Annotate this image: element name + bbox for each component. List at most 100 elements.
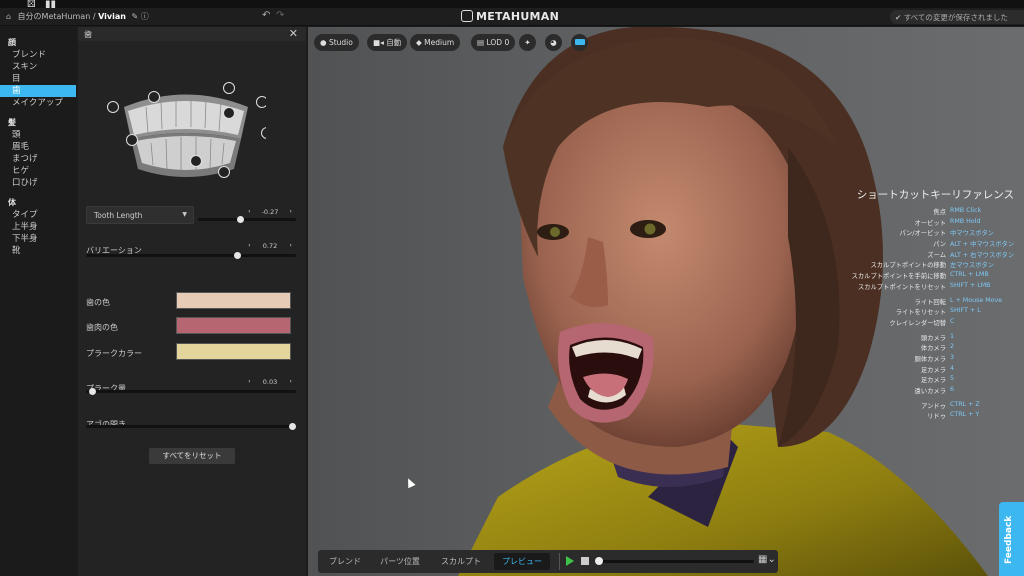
nav-item-0-3[interactable]: 歯 <box>0 85 76 97</box>
mode-tab-2[interactable]: スカルプト <box>432 553 490 570</box>
jaw-open-slider-handle[interactable] <box>289 423 296 430</box>
shortcut-row: パン ALT + 中マウスボタン <box>828 239 1024 250</box>
nav-item-0-0[interactable]: ブレンド <box>0 49 76 61</box>
lod-button[interactable]: ▤ LOD 0 <box>471 34 516 51</box>
camera-icon: ■◂ <box>373 38 384 47</box>
plaque-amount-row: プラーク量 ‹ 0.03 › <box>86 376 298 398</box>
shortcut-row: クレイレンダー切替 C <box>828 318 1024 329</box>
nav-item-1-1[interactable]: 眉毛 <box>0 141 76 153</box>
gum-color-swatch[interactable] <box>176 317 291 334</box>
camera-auto-button[interactable]: ■◂ 自動 <box>367 34 408 51</box>
variation-slider[interactable] <box>86 252 296 259</box>
play-icon[interactable] <box>566 556 574 566</box>
shortcut-keys: 2 <box>950 343 955 351</box>
camera-mode-label: 自動 <box>386 38 402 47</box>
shortcut-keys: 1 <box>950 332 955 340</box>
mode-tab-1[interactable]: パーツ位置 <box>372 553 428 570</box>
shortcut-row: 足カメラ 5 <box>828 375 1024 386</box>
plaque-color-swatch[interactable] <box>176 343 291 360</box>
plaque-amount-slider[interactable] <box>86 388 296 395</box>
shortcut-keys: ALT + 中マウスボタン <box>950 241 1015 249</box>
home-icon[interactable]: ⌂ <box>6 12 15 21</box>
close-icon[interactable]: ✕ <box>289 27 298 40</box>
tooth-length-slider[interactable] <box>198 216 296 223</box>
stop-icon[interactable] <box>581 557 589 565</box>
mode-tab-3[interactable]: プレビュー <box>494 553 550 570</box>
shortcut-action: ズーム <box>927 251 946 259</box>
lighting-studio-button[interactable]: ● Studio <box>314 34 359 51</box>
tooth-color-swatch[interactable] <box>176 292 291 309</box>
shortcut-row: オービット RMB Hold <box>828 218 1024 229</box>
jaw-open-slider[interactable] <box>86 423 296 430</box>
lighting-label: Studio <box>328 38 353 47</box>
nav-item-0-4[interactable]: メイクアップ <box>0 97 76 109</box>
nav-item-2-3[interactable]: 靴 <box>0 245 76 257</box>
plaque-amount-value[interactable]: 0.03 <box>246 378 294 386</box>
reset-all-button[interactable]: すべてをリセット <box>149 448 235 464</box>
film-icon[interactable]: ▦⌄ <box>758 554 776 565</box>
lod-icon: ▤ <box>477 38 485 47</box>
feedback-button[interactable]: Feedback <box>999 502 1024 576</box>
shortcut-keys: RMB Hold <box>950 217 981 225</box>
clay-render-button[interactable]: ◕ <box>545 34 562 51</box>
nav-item-1-0[interactable]: 頭 <box>0 129 76 141</box>
variation-slider-handle[interactable] <box>234 252 242 259</box>
nav-item-2-0[interactable]: タイプ <box>0 209 76 221</box>
nav-item-1-4[interactable]: 口ひげ <box>0 177 76 189</box>
shortcut-keys: CTRL + LMB <box>950 271 989 279</box>
shortcut-action: スカルプトポイントを手前に移動 <box>851 273 946 281</box>
edit-icon[interactable]: ✎ <box>131 12 138 21</box>
tooth-length-spinner: ‹ -0.27 › <box>246 207 294 217</box>
dropdown-value: Tooth Length <box>94 211 143 220</box>
shortcut-keys: 3 <box>950 353 955 361</box>
check-icon: ✔ <box>895 13 902 22</box>
shortcut-row: スカルプトポイントを手前に移動 CTRL + LMB <box>828 271 1024 282</box>
mode-bar: ブレンド パーツ位置 スカルプト プレビュー ▦⌄ <box>318 550 778 573</box>
mode-tab-0[interactable]: ブレンド <box>322 553 368 570</box>
increment-icon[interactable]: › <box>289 241 292 249</box>
nav-item-0-2[interactable]: 目 <box>0 73 76 85</box>
figure-icon: ✦ <box>524 38 531 47</box>
plaque-color-row: プラークカラー <box>86 343 298 363</box>
tooth-length-row: Tooth Length ▼ ‹ -0.27 › <box>86 206 298 226</box>
timeline-handle[interactable] <box>595 557 603 565</box>
timeline-scrubber[interactable] <box>595 557 754 565</box>
quality-label: Medium <box>424 38 455 47</box>
metahuman-logo-icon <box>461 10 473 22</box>
category-nav: 顔ブレンド スキン目歯メイクアップ髪頭眉毛 まつげ ヒゲ 口ひげ体タイプ 上半身 下半身靴 <box>0 27 76 576</box>
teeth-preview[interactable] <box>106 77 266 187</box>
variation-value[interactable]: 0.72 <box>246 242 294 250</box>
shortcut-row: 頭カメラ 1 <box>828 333 1024 344</box>
redo-icon[interactable]: ↷ <box>276 10 284 21</box>
help-icon[interactable]: ⓘ <box>141 12 149 21</box>
nav-item-1-2[interactable]: まつげ <box>0 153 76 165</box>
nav-item-2-1[interactable]: 上半身 <box>0 221 76 233</box>
shortcut-panel-toggle[interactable] <box>571 34 588 51</box>
shortcut-action: クレイレンダー切替 <box>889 319 946 327</box>
shortcut-keys: 5 <box>950 375 955 383</box>
gum-color-label: 歯肉の色 <box>86 323 118 332</box>
plaque-amount-slider-handle[interactable] <box>89 388 97 395</box>
nav-item-0-1[interactable]: スキン <box>0 61 76 73</box>
shortcut-action: 頭カメラ <box>920 334 946 342</box>
shortcut-action: オービット <box>914 219 946 227</box>
header: ⌂ 自分のMetaHuman / Vivian ✎ ⓘ ↶ ↷ METAHUMA… <box>0 8 1024 26</box>
tooth-attribute-dropdown[interactable]: Tooth Length ▼ <box>86 206 194 224</box>
nav-item-2-2[interactable]: 下半身 <box>0 233 76 245</box>
quality-button[interactable]: ◆ Medium <box>410 34 461 51</box>
variation-row: バリエーション ‹ 0.72 › <box>86 238 298 260</box>
increment-icon[interactable]: › <box>289 207 292 215</box>
shortcut-list: 焦点 RMB Click オービット RMB Hold パン/オービット 中マウスボタンパ… <box>828 207 1024 422</box>
shortcut-action: スカルプトポイントをリセット <box>857 283 946 291</box>
shortcut-keys: CTRL + Z <box>950 400 980 408</box>
undo-icon[interactable]: ↶ <box>262 10 270 21</box>
tooth-length-value[interactable]: -0.27 <box>246 208 294 216</box>
save-status: ✔ すべての変更が保存されました <box>890 10 1024 24</box>
increment-icon[interactable]: › <box>289 377 292 385</box>
breadcrumb-root[interactable]: 自分のMetaHuman <box>18 12 91 21</box>
tooth-length-slider-handle[interactable] <box>237 216 245 223</box>
nav-item-1-3[interactable]: ヒゲ <box>0 165 76 177</box>
viewport[interactable]: ● Studio ■◂ 自動 ◆ Medium ▤ LOD 0 ✦ ◕ ショート… <box>308 27 1024 576</box>
pose-button[interactable]: ✦ <box>519 34 536 51</box>
tooth-color-row: 歯の色 <box>86 292 298 312</box>
